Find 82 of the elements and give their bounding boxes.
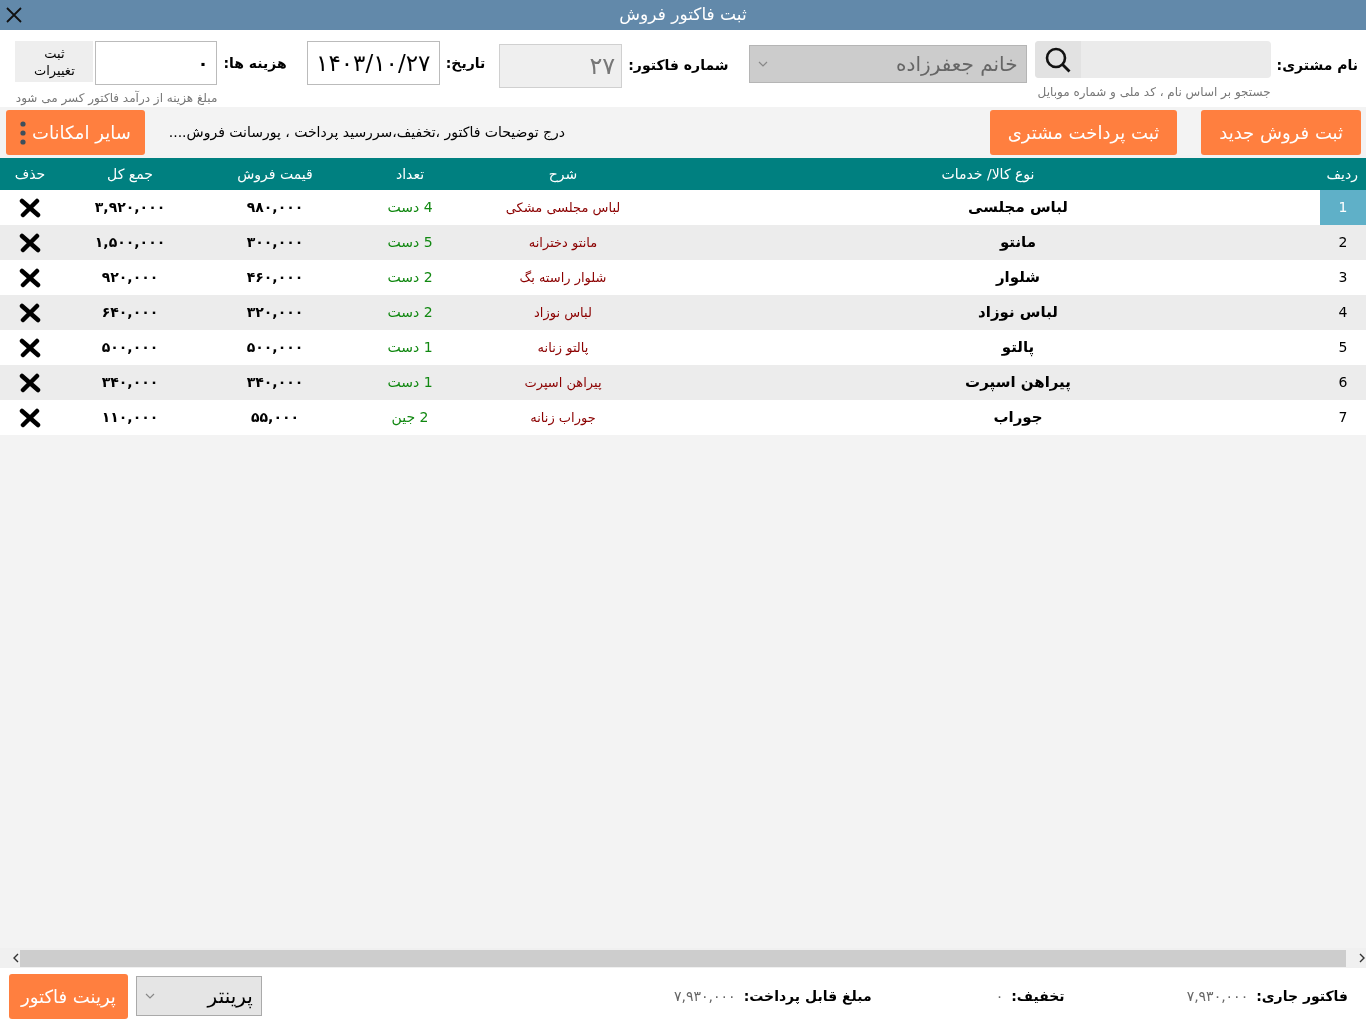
price-cell-text: ۳۲۰,۰۰۰ [245,303,305,322]
price-cell-text: ۴۶۰,۰۰۰ [245,268,305,287]
discount-value: ۰ [995,986,1004,1006]
item-cell-text: مانتو [998,232,1038,254]
price-cell-text: ۹۸۰,۰۰۰ [245,198,305,217]
item-cell-text: لباس مجلسی [967,197,1069,219]
delete-button[interactable] [19,302,41,323]
printer-dropdown[interactable]: پرینتر [135,976,262,1016]
expenses-field[interactable]: ۰ [95,41,218,85]
price-cell-text: ۳۴۰,۰۰۰ [245,373,305,392]
invoice-notes-link[interactable]: درج توضیحات فاکتور ،تخفیف،سررسید پرداخت ، پورسانت فروش.... [168,122,566,143]
quantity-cell-text: 2 دست [386,268,434,287]
delete-button[interactable] [19,267,41,288]
current-invoice-label: فاکتور جاری: [1256,986,1348,1007]
row-number: 7 [1337,408,1349,427]
price-cell-text: ۳۰۰,۰۰۰ [245,233,305,252]
total-cell-text: ۳,۹۲۰,۰۰۰ [93,198,167,217]
description-cell-text: لباس نوزاد [533,303,593,323]
date-field[interactable]: ۱۴۰۳/۱۰/۲۷ [306,41,440,85]
expenses-hint: مبلغ هزینه از درآمد فاکتور کسر می شود [15,89,218,107]
invoice-number-field: ۲۷ [499,44,623,88]
price-cell-text: ۵۵,۰۰۰ [249,408,300,427]
scroll-left-icon [12,953,20,963]
delete-button[interactable] [19,197,41,218]
item-cell-text: لباس نوزاد [977,302,1059,324]
delete-button[interactable] [19,407,41,428]
customer-label: نام مشتری: [1276,56,1358,76]
quantity-cell-text: 4 دست [386,198,434,217]
current-invoice-value: ۷,۹۳۰,۰۰۰ [1186,986,1249,1006]
payable-value: ۷,۹۳۰,۰۰۰ [674,986,736,1006]
row-number: 3 [1337,268,1349,287]
search-icon [1043,45,1072,74]
quantity-cell-text: 1 دست [386,373,434,392]
delete-button[interactable] [19,337,41,358]
delete-button[interactable] [19,232,41,253]
total-cell-text: ۱۱۰,۰۰۰ [100,408,160,427]
item-cell-text: جوراب [992,407,1044,429]
description-cell-text: لباس مجلسی مشکی [504,198,622,218]
row-number: 6 [1337,373,1349,392]
caret-icon [144,993,155,999]
date-label: تاریخ: [445,54,486,74]
payable-label: مبلغ قابل پرداخت: [743,986,872,1007]
description-cell-text: شلوار راسته بگ [518,268,608,288]
description-cell-text: پالتو زنانه [536,338,590,358]
total-cell-text: ۵۰۰,۰۰۰ [100,338,160,357]
delete-button[interactable] [19,372,41,393]
save-changes-button[interactable]: ثبت تغییرات [15,41,94,82]
column-header: شرح [547,164,579,185]
item-cell-text: شلوار [994,267,1042,289]
expenses-label: هزینه ها: [223,54,287,74]
more-icon [20,119,26,146]
row-number: 1 [1320,190,1366,225]
item-cell-text: پیراهن اسپرت [964,372,1072,394]
column-header: قیمت فروش [236,164,314,185]
total-cell-text: ۳۴۰,۰۰۰ [100,373,160,392]
discount-label: تخفیف: [1011,986,1065,1006]
description-cell-text: مانتو دخترانه [527,233,599,253]
total-cell-text: ۹۲۰,۰۰۰ [100,268,160,287]
item-cell-text: پالتو [1000,337,1036,359]
window-title: ثبت فاکتور فروش [619,3,747,27]
quantity-cell-text: 2 جین [390,408,430,428]
column-header: تعداد [394,164,426,184]
customer-search-field[interactable] [1034,41,1271,78]
customer-search-hint: جستجو بر اساس نام ، کد ملی و شماره موبایل [1037,84,1271,101]
row-number: 5 [1337,338,1349,357]
column-header: نوع کالا/ خدمات [940,164,1036,185]
column-header: حذف [13,164,47,184]
description-cell-text: پیراهن اسپرت [523,373,603,393]
column-header: جمع کل [106,164,154,185]
row-number: 4 [1337,303,1349,322]
caret-icon [757,61,768,67]
column-header: ردیف [1325,164,1359,185]
row-number: 2 [1337,233,1349,252]
description-cell-text: جوراب زنانه [529,408,597,428]
scroll-right-icon [1358,953,1366,963]
invoice-number-label: شماره فاکتور: [628,56,729,76]
total-cell-text: ۱,۵۰۰,۰۰۰ [93,233,167,252]
quantity-cell-text: 2 دست [386,303,434,322]
quantity-cell-text: 1 دست [386,338,434,357]
total-cell-text: ۶۴۰,۰۰۰ [100,303,160,322]
quantity-cell-text: 5 دست [386,233,434,252]
price-cell-text: ۵۰۰,۰۰۰ [245,338,305,357]
